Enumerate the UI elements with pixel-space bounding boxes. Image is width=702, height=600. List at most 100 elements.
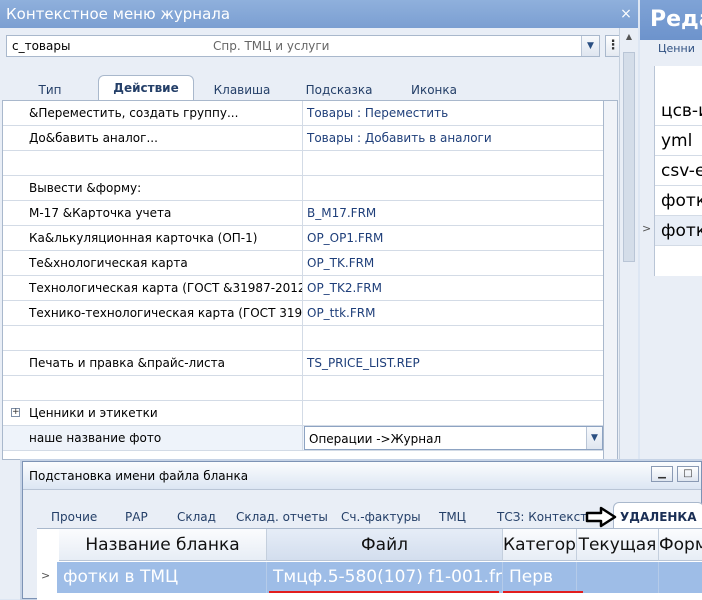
tab-action[interactable]: Действие	[98, 75, 194, 101]
tab-type[interactable]: Тип	[22, 80, 78, 100]
list-item[interactable]: фотк	[655, 216, 702, 246]
table-row[interactable]	[3, 326, 603, 351]
cell-file[interactable]: Тмцф.5-580(107) f1-001.fr	[267, 562, 503, 593]
menu-item-action[interactable]	[304, 176, 603, 200]
menu-items-grid: &Переместить, создать группу... Товары : …	[2, 100, 604, 460]
tab-bar: Тип Действие Клавиша Подсказка Иконка	[0, 75, 619, 101]
grid-scrollbar[interactable]	[604, 100, 618, 460]
tab-tmc[interactable]: ТМЦ	[439, 510, 466, 524]
table-row[interactable]: Вывести &форму:	[3, 176, 603, 201]
tab-other[interactable]: Прочие	[51, 510, 97, 524]
menu-item-name[interactable]: Вывести &форму:	[3, 176, 303, 200]
table-row[interactable]: М-17 &Карточка учета В_M17.FRM	[3, 201, 603, 226]
chevron-down-icon[interactable]: ▼	[586, 427, 602, 449]
window-title-text: Контекстное меню журнала	[6, 5, 231, 23]
dialog-title-text: Подстановка имени файла бланка	[29, 469, 249, 483]
menu-item-action[interactable]: Товары : Переместить	[304, 101, 603, 125]
templates-table: Название бланка Файл Категор Текущая Фор…	[37, 528, 702, 600]
tab-udalenka[interactable]: УДАЛЕНКА	[613, 502, 702, 530]
menu-item-action-text: OP_ttk.FRM	[307, 306, 376, 320]
menu-item-action[interactable]: OP_TK2.FRM	[304, 276, 603, 300]
menu-item-action-text: Операции ->Журнал	[309, 432, 442, 446]
scroll-thumb[interactable]	[623, 52, 635, 262]
menu-item-action-text: В_M17.FRM	[307, 206, 377, 220]
table-row[interactable]: наше название фото Операции ->Журнал ▼	[3, 426, 603, 451]
menu-item-name[interactable]	[3, 151, 303, 175]
list-item[interactable]: фотк	[655, 186, 702, 216]
menu-item-name[interactable]: наше название фото	[3, 426, 303, 450]
tab-hint[interactable]: Подсказка	[298, 80, 380, 100]
cell-current[interactable]	[577, 562, 659, 593]
tab-warehouse-reports[interactable]: Склад. отчеты	[236, 510, 328, 524]
tab-tsz-context[interactable]: ТСЗ: Контекстн	[497, 510, 595, 524]
journal-combo-description: Спр. ТМЦ и услуги	[213, 39, 330, 53]
table-row[interactable]: Технологическая карта (ГОСТ &31987-2012)…	[3, 276, 603, 301]
menu-item-action[interactable]: OP_OP1.FRM	[304, 226, 603, 250]
list-item[interactable]: цсв-и	[655, 96, 702, 126]
menu-item-action[interactable]: Товары : Добавить в аналоги	[304, 126, 603, 150]
menu-item-name[interactable]: Технологическая карта (ГОСТ &31987-2012)	[3, 276, 303, 300]
menu-item-action[interactable]	[304, 326, 603, 350]
menu-item-name[interactable]: Те&хнологическая карта	[3, 251, 303, 275]
menu-item-name[interactable]: &Переместить, создать группу...	[3, 101, 303, 125]
list-item[interactable]: csv-е	[655, 156, 702, 186]
tab-icon[interactable]: Иконка	[398, 80, 470, 100]
tab-key[interactable]: Клавиша	[206, 80, 278, 100]
menu-item-name[interactable]: Ценники и этикетки	[3, 401, 303, 425]
action-combo[interactable]: Операции ->Журнал ▼	[304, 426, 603, 450]
editor-subtab[interactable]: Ценни	[658, 42, 695, 55]
dialog-title: Подстановка имени файла бланка ▁ □	[23, 462, 701, 490]
menu-item-action[interactable]: TS_PRICE_LIST.REP	[304, 351, 603, 375]
column-header-current[interactable]: Текущая	[577, 529, 659, 561]
menu-item-name[interactable]: До&бавить аналог...	[3, 126, 303, 150]
menu-item-name[interactable]	[3, 326, 303, 350]
template-name-dialog: Подстановка имени файла бланка ▁ □ Прочи…	[22, 461, 702, 600]
menu-item-action[interactable]: OP_ttk.FRM	[304, 301, 603, 325]
tab-warehouse[interactable]: Склад	[177, 510, 216, 524]
annotation-underline	[269, 591, 499, 593]
list-item[interactable]: yml	[655, 126, 702, 156]
menu-item-name[interactable]: М-17 &Карточка учета	[3, 201, 303, 225]
menu-item-name[interactable]	[3, 376, 303, 400]
menu-item-name[interactable]: Печать и правка &прайс-листа	[3, 351, 303, 375]
menu-item-action[interactable]: В_M17.FRM	[304, 201, 603, 225]
menu-item-action[interactable]	[304, 151, 603, 175]
menu-item-name[interactable]: Ка&лькуляционная карточка (ОП-1)	[3, 226, 303, 250]
window-title: Контекстное меню журнала ×	[0, 0, 638, 28]
cell-template-name[interactable]: фотки в ТМЦ	[57, 562, 267, 593]
table-row[interactable]: Технико-технологическая карта (ГОСТ 3198…	[3, 301, 603, 326]
journal-combo-value: с_товары	[12, 39, 71, 53]
table-row[interactable]: &Переместить, создать группу... Товары : …	[3, 101, 603, 126]
table-row[interactable]: + Ценники и этикетки	[3, 401, 603, 426]
scroll-up-icon[interactable]: ▲	[622, 30, 636, 44]
chevron-down-icon[interactable]: ▼	[581, 36, 599, 56]
close-icon[interactable]: ×	[618, 6, 634, 22]
menu-item-action[interactable]	[304, 376, 603, 400]
menu-item-action-text: Товары : Переместить	[307, 106, 449, 120]
table-row[interactable]: До&бавить аналог... Товары : Добавить в а…	[3, 126, 603, 151]
cell-category[interactable]: Перв	[503, 562, 577, 593]
menu-item-action[interactable]: OP_TK.FRM	[304, 251, 603, 275]
editor-list: цсв-и yml csv-е фотк фотк	[654, 66, 702, 276]
menu-item-action-text: Товары : Добавить в аналоги	[307, 131, 492, 145]
column-header-category[interactable]: Категор	[503, 529, 577, 561]
table-row[interactable]: Те&хнологическая карта OP_TK.FRM	[3, 251, 603, 276]
cell-formula[interactable]	[659, 562, 702, 593]
row-pointer-icon: >	[41, 569, 51, 582]
table-row[interactable]: Ка&лькуляционная карточка (ОП-1) OP_OP1.F…	[3, 226, 603, 251]
annotation-underline	[503, 591, 583, 593]
table-row[interactable]	[3, 151, 603, 176]
tab-rar[interactable]: РАР	[125, 510, 148, 524]
minimize-icon[interactable]: ▁	[651, 466, 673, 482]
tab-invoices[interactable]: Сч.-фактуры	[341, 510, 421, 524]
table-row[interactable]: Печать и правка &прайс-листа TS_PRICE_LIS…	[3, 351, 603, 376]
column-header-file[interactable]: Файл	[267, 529, 503, 561]
editor-title: Реда	[640, 0, 702, 40]
menu-item-name[interactable]: Технико-технологическая карта (ГОСТ 3198…	[3, 301, 303, 325]
table-row[interactable]	[3, 376, 603, 401]
column-header-formula[interactable]: Формул	[659, 529, 702, 561]
maximize-icon[interactable]: □	[677, 466, 699, 482]
menu-item-action[interactable]	[304, 401, 603, 425]
journal-combo[interactable]: с_товары Спр. ТМЦ и услуги ▼	[6, 35, 600, 57]
column-header-name[interactable]: Название бланка	[59, 529, 267, 561]
